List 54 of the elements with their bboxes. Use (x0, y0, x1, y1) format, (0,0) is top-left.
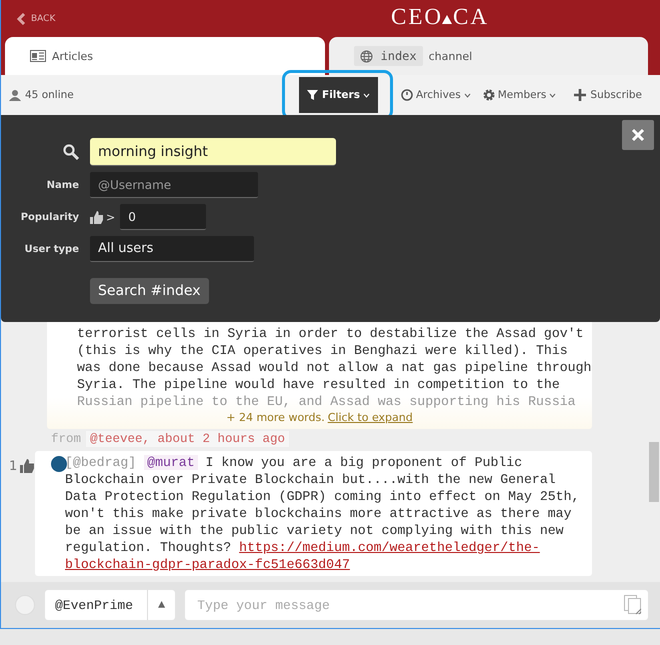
message-input[interactable]: Type your message (185, 590, 648, 620)
newspaper-icon (30, 50, 46, 62)
comparison-sign: > (106, 210, 116, 224)
scrollbar-thumb (649, 442, 659, 502)
expand-link[interactable]: Click to expand (328, 411, 413, 424)
message-text: was done because Assad would not allow a nat gas pipeline through (77, 359, 592, 376)
tab[interactable]: Articles (5, 37, 324, 75)
gear-icon (482, 89, 495, 101)
message-text: terrorist cells in Syria in order to destabilize the Assad gov't (77, 325, 584, 342)
online-count: 45 online (9, 89, 74, 101)
globe-icon (360, 50, 372, 62)
thumbs-up-icon (20, 459, 34, 473)
caret-icon (362, 92, 370, 98)
caret-icon (464, 92, 471, 98)
author-tag[interactable]: @teevee, about 2 hours ago (86, 431, 290, 447)
plus-icon (574, 89, 586, 101)
channel-tag: index (354, 46, 423, 66)
caret-icon (549, 92, 556, 98)
message-text: [@bedrag] @murat I know you are a big proponent of Public Blockchain over Private Blockchain but....with the new General Data Protection Regulation (GDPR) coming into effect on May 25th, won't this make private blockchains more attractive as there may be an issue with the public variety not complying with this new regulation. Thoughts? https://medium.com/wearetheledger/the- blockchain-gdpr-paradox-fc51e663d047 (65, 454, 580, 573)
search-button[interactable]: Search #index (90, 278, 209, 304)
search-field[interactable]: morning insight (90, 138, 336, 166)
user-type-dropdown[interactable]: All users (90, 236, 254, 262)
mention-tag[interactable]: @murat (144, 455, 198, 470)
thumbs-up-icon (90, 210, 103, 224)
more-words-note: + 24 more words. (226, 411, 325, 424)
filter-icon (307, 89, 320, 101)
menu-button[interactable]: Archives (394, 80, 477, 110)
like-count: 1 (9, 459, 18, 474)
message-link[interactable]: https://medium.com/wearetheledger/the- (239, 540, 540, 555)
close-icon (631, 128, 645, 142)
logo: CEO CA (391, 4, 489, 30)
users-icon (9, 89, 21, 101)
message-text: Syria. The pipeline would have resulted in competition to the (77, 376, 561, 393)
message-text: Russian pipeline to the EU, and Assad was supporting his Russia (77, 393, 577, 410)
clock-icon (400, 89, 413, 101)
field-label: Name (46, 180, 79, 190)
subscribe-button[interactable]: Subscribe (568, 80, 648, 110)
back-link[interactable]: BACK (17, 12, 56, 24)
message-text: (this is why the CIA operatives in Benghazi were killed). This (77, 342, 569, 359)
field-label: Popularity (20, 212, 79, 222)
popularity-field[interactable]: 0 (120, 204, 206, 230)
chevron-left-icon (17, 12, 26, 24)
search-icon (63, 144, 79, 160)
tab[interactable]: index channel (328, 37, 648, 75)
triangle-icon (442, 15, 452, 24)
menu-button[interactable]: Members (476, 80, 562, 110)
message-link[interactable]: blockchain-gdpr-paradox-fc51e663d047 (65, 556, 350, 573)
close-button[interactable] (622, 120, 654, 150)
from-label: from (51, 431, 82, 447)
identity-selector[interactable]: @EvenPrime ▲ (45, 590, 176, 620)
name-field[interactable]: @Username (90, 172, 258, 198)
copy-icon (624, 595, 642, 615)
menu-button[interactable]: Filters (299, 77, 378, 113)
field-label: User type (23, 244, 79, 254)
